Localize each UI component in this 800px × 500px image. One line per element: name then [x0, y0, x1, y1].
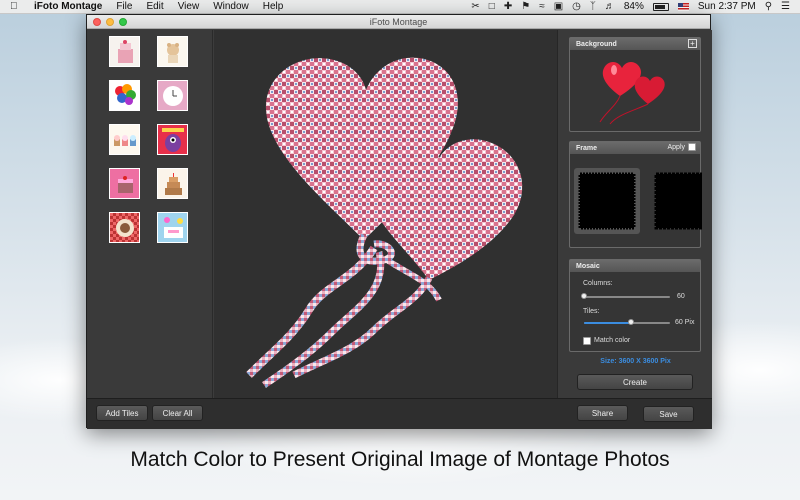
- menubar:  iFoto Montage File Edit View Window He…: [0, 0, 800, 14]
- clock[interactable]: Sun 2:37 PM: [698, 1, 756, 12]
- bottom-toolbar: Add Tiles Clear All Share Save: [87, 398, 712, 429]
- battery-percent: 84%: [623, 1, 644, 12]
- montage-canvas[interactable]: [214, 30, 557, 398]
- create-button[interactable]: Create: [577, 374, 693, 390]
- frame-apply-checkbox[interactable]: [688, 143, 696, 151]
- apple-icon[interactable]: : [10, 1, 22, 12]
- frame-option-1[interactable]: [574, 168, 640, 234]
- frame-title: Frame: [576, 144, 598, 152]
- match-color-label[interactable]: Match color: [594, 337, 630, 344]
- match-color-checkbox[interactable]: [583, 337, 591, 345]
- volume-icon[interactable]: ♬: [605, 1, 615, 12]
- thumbnail-blue-party[interactable]: [157, 212, 188, 243]
- titlebar[interactable]: iFoto Montage: [87, 15, 710, 29]
- columns-slider-knob[interactable]: [581, 293, 587, 299]
- spotlight-icon[interactable]: ⚲: [765, 1, 772, 12]
- menu-edit[interactable]: Edit: [146, 1, 163, 12]
- save-button[interactable]: Save: [643, 406, 694, 422]
- evernote-icon[interactable]: □: [489, 1, 495, 12]
- columns-label: Columns:: [583, 280, 613, 287]
- output-size: Size: 3600 X 3600 Pix: [600, 358, 671, 365]
- menu-help[interactable]: Help: [263, 1, 284, 12]
- mosaic-header: Mosaic: [570, 260, 700, 272]
- move-icon[interactable]: ✚: [504, 1, 512, 12]
- frame-option-2[interactable]: [652, 170, 704, 232]
- promo-caption: Match Color to Present Original Image of…: [130, 448, 670, 471]
- bluetooth-icon[interactable]: ᛉ: [590, 1, 596, 12]
- mosaic-title: Mosaic: [576, 262, 600, 270]
- app-menu[interactable]: iFoto Montage: [34, 1, 102, 12]
- notification-center-icon[interactable]: ☰: [781, 1, 790, 12]
- time-machine-icon[interactable]: ◷: [572, 1, 581, 12]
- background-title: Background: [576, 40, 617, 48]
- tiles-label: Tiles:: [583, 308, 600, 315]
- share-button[interactable]: Share: [577, 405, 628, 421]
- add-background-icon[interactable]: +: [688, 39, 697, 48]
- thumbnail-tiered-cake[interactable]: [157, 168, 188, 199]
- thumbnail-balloons[interactable]: [109, 80, 140, 111]
- tiles-slider-knob[interactable]: [628, 319, 635, 325]
- frame-section: Frame Apply: [569, 141, 704, 248]
- menu-window[interactable]: Window: [213, 1, 249, 12]
- columns-slider-track[interactable]: [584, 296, 670, 298]
- menu-file[interactable]: File: [116, 1, 132, 12]
- battery-icon[interactable]: [652, 2, 669, 11]
- wifi-icon[interactable]: ≈: [539, 1, 545, 12]
- add-tiles-button[interactable]: Add Tiles: [96, 405, 148, 421]
- us-flag-icon[interactable]: [677, 2, 689, 11]
- tiles-value: 60 Pix: [675, 319, 695, 326]
- thumbnail-teddy-bear[interactable]: [157, 36, 188, 67]
- tile-list[interactable]: [87, 30, 213, 398]
- mosaic-section: Mosaic Columns: 60 Tiles: 60 Pix Match c…: [569, 259, 701, 352]
- clear-all-button[interactable]: Clear All: [152, 405, 203, 421]
- background-section: Background +: [569, 37, 701, 132]
- window-title: iFoto Montage: [369, 16, 428, 27]
- tiles-slider-fill: [584, 322, 632, 324]
- display-icon[interactable]: ▣: [554, 1, 563, 12]
- thumbnail-pink-cake[interactable]: [109, 36, 140, 67]
- flag-counter-icon[interactable]: ⚑: [521, 1, 530, 12]
- frame-apply-label: Apply: [667, 143, 685, 151]
- frame-apply[interactable]: Apply: [667, 143, 696, 151]
- thumbnail-pink-cake-2[interactable]: [109, 168, 140, 199]
- menu-view[interactable]: View: [178, 1, 200, 12]
- frame-header: Frame Apply: [570, 142, 700, 154]
- thumbnail-monster-birthday[interactable]: [157, 124, 188, 155]
- montage-preview: [246, 57, 523, 388]
- app-window: iFoto Montage Background + Frame Apply M…: [86, 14, 712, 429]
- thumbnail-clock-card[interactable]: [157, 80, 188, 111]
- columns-value: 60: [677, 293, 685, 300]
- thumbnail-cupcakes[interactable]: [109, 124, 140, 155]
- settings-panel: Background + Frame Apply Mosaic Columns:…: [557, 30, 712, 398]
- background-header: Background +: [570, 38, 700, 50]
- scissors-icon[interactable]: ✂: [471, 1, 479, 12]
- background-preview[interactable]: [570, 50, 700, 130]
- thumbnail-checked-cake[interactable]: [109, 212, 140, 243]
- status-area: ✂ □ ✚ ⚑ ≈ ▣ ◷ ᛉ ♬ 84% Sun 2:37 PM ⚲ ☰: [471, 1, 790, 12]
